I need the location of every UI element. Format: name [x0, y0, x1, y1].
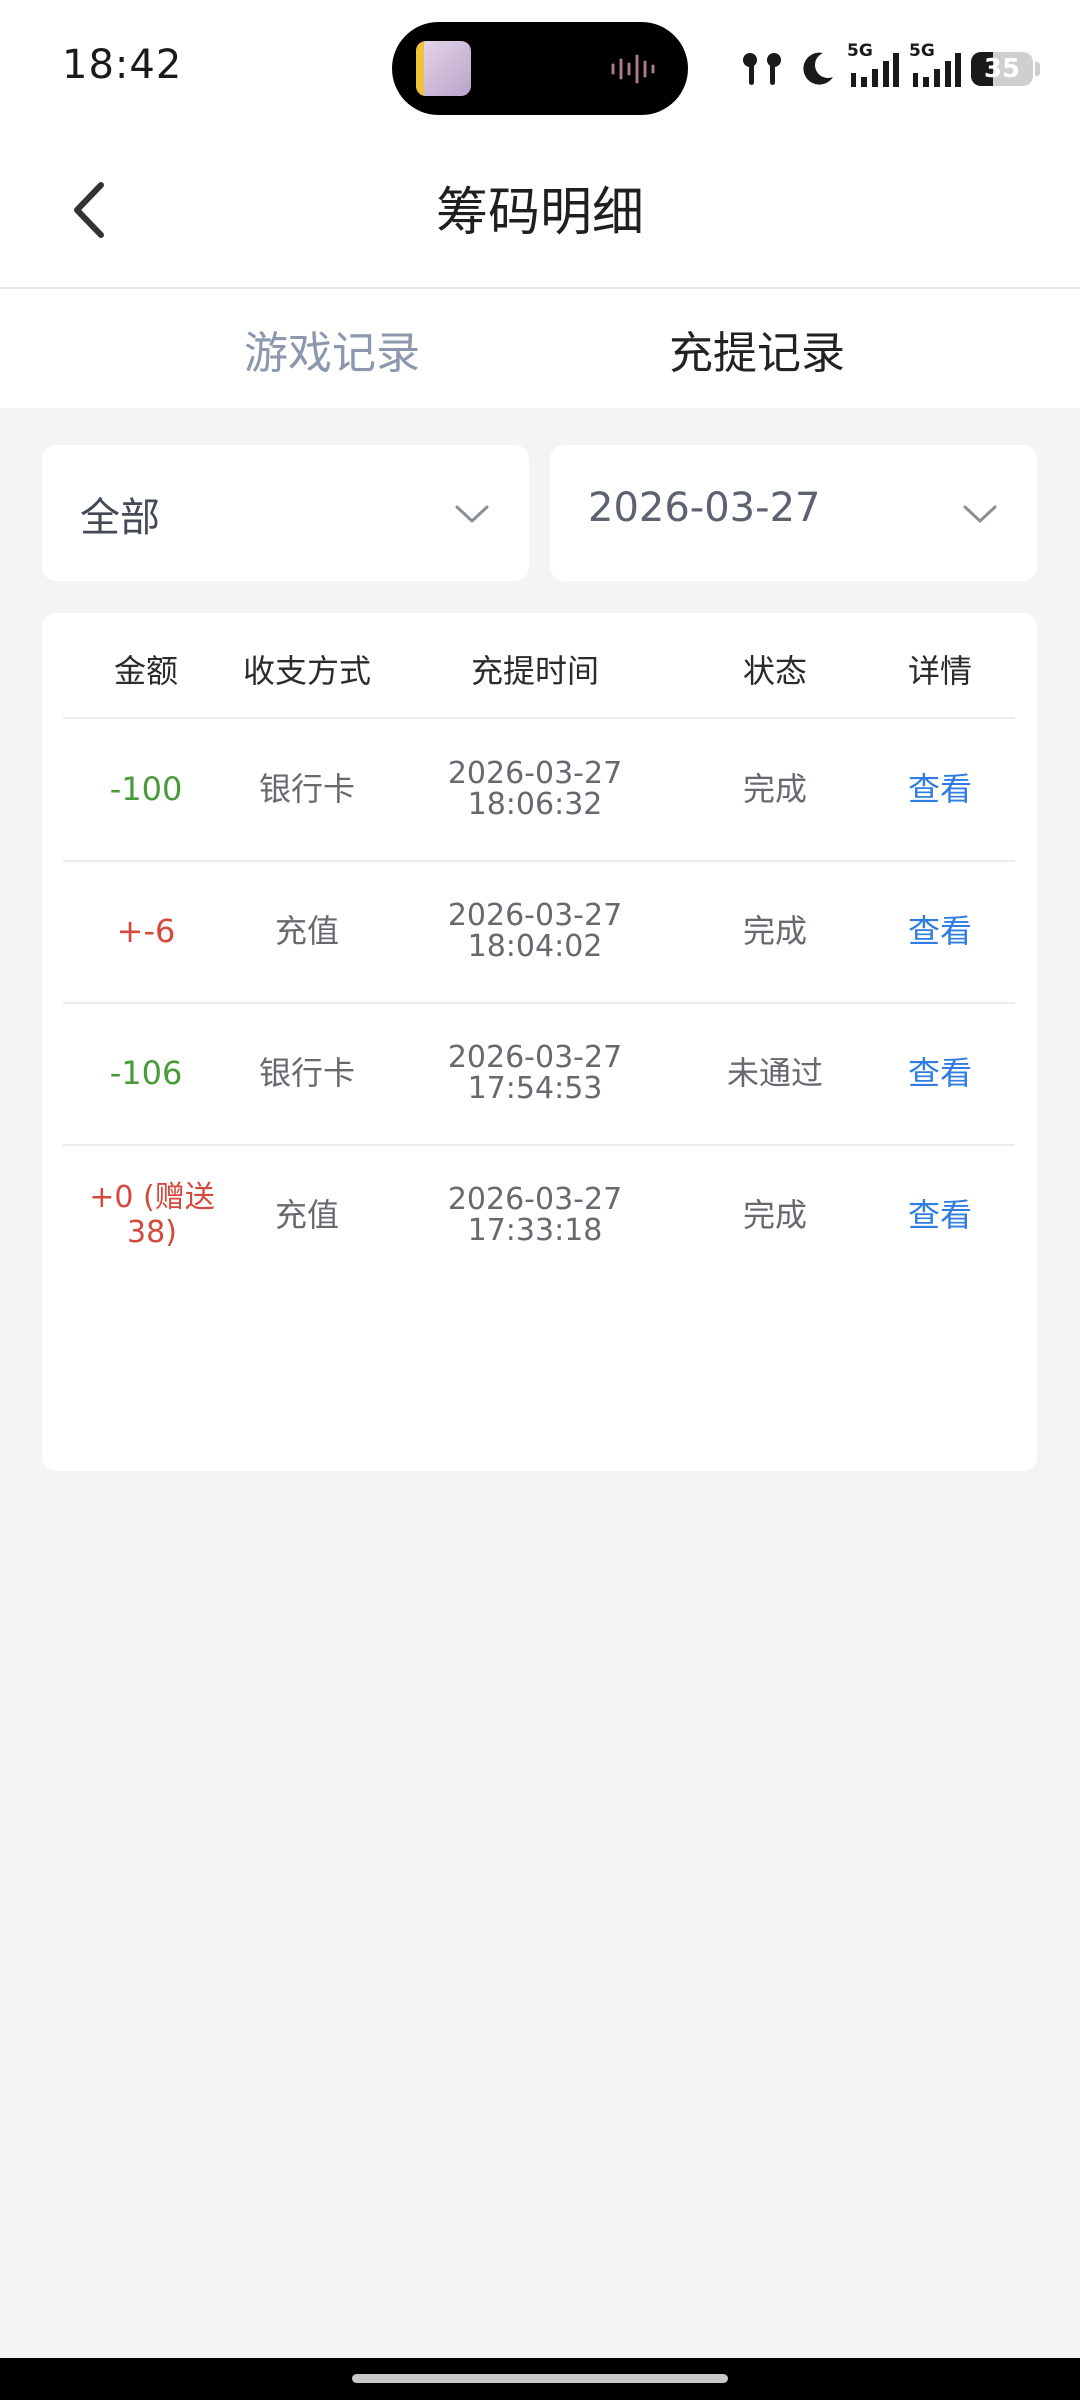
tab-recharge-records[interactable]: 充提记录	[669, 317, 845, 381]
tab-game-records[interactable]: 游戏记录	[244, 317, 420, 381]
table-row: +-6 充值 2026-03-27 18:04:02 完成 查看	[63, 860, 1015, 1004]
table-row: -106 银行卡 2026-03-27 17:54:53 未通过 查看	[63, 1002, 1015, 1146]
row-method: 银行卡	[258, 770, 355, 808]
date-filter-picker[interactable]: 2026-03-27	[550, 445, 1037, 581]
column-header-status: 状态	[742, 652, 807, 690]
chevron-down-icon	[455, 505, 489, 523]
page-title: 筹码明细	[435, 183, 644, 243]
type-filter-value: 全部	[80, 495, 160, 541]
table-row: +0 (赠送38) 充值 2026-03-27 17:33:18 完成 查看	[63, 1144, 1015, 1286]
row-date: 2026-03-27	[447, 898, 623, 933]
earbuds-icon	[743, 53, 781, 85]
screen: 18:42 5G 5G 35 筹码明细 游戏记录 充提记录 全部 2026-03…	[0, 0, 1080, 2400]
column-header-amount: 金额	[113, 652, 178, 690]
view-detail-link[interactable]: 查看	[865, 1002, 1015, 1144]
row-time: 2026-03-27 18:06:32	[385, 718, 685, 860]
chevron-down-icon	[963, 505, 997, 523]
table-header: 金额 收支方式 充提时间 状态 详情	[63, 613, 1015, 719]
row-time: 2026-03-27 17:33:18	[385, 1144, 685, 1286]
row-clock: 17:54:53	[467, 1071, 603, 1106]
row-status: 未通过	[726, 1054, 823, 1092]
battery-icon: 35	[971, 52, 1033, 86]
status-time: 18:42	[62, 42, 183, 88]
row-status: 完成	[742, 770, 807, 808]
row-status: 完成	[742, 1196, 807, 1234]
home-indicator[interactable]	[352, 2374, 728, 2383]
dynamic-island[interactable]	[392, 22, 688, 115]
row-clock: 18:06:32	[467, 787, 603, 822]
tab-bar: 游戏记录 充提记录	[0, 289, 1080, 408]
row-status: 完成	[742, 912, 807, 950]
date-filter-value: 2026-03-27	[588, 485, 821, 531]
row-date: 2026-03-27	[447, 1040, 623, 1075]
signal-icon-2: 5G	[909, 41, 961, 91]
system-nav-bar	[0, 2358, 1080, 2400]
row-date: 2026-03-27	[447, 756, 623, 791]
row-amount: -100	[109, 770, 183, 808]
row-time: 2026-03-27 18:04:02	[385, 860, 685, 1002]
column-header-time: 充提时间	[470, 652, 599, 690]
row-amount: +-6	[116, 912, 176, 950]
row-clock: 18:04:02	[467, 929, 603, 964]
signal-icon: 5G	[847, 41, 899, 91]
column-header-method: 收支方式	[242, 652, 371, 690]
row-method: 银行卡	[258, 1054, 355, 1092]
type-filter-select[interactable]: 全部	[42, 445, 529, 581]
row-time: 2026-03-27 17:54:53	[385, 1002, 685, 1144]
view-detail-link[interactable]: 查看	[865, 718, 1015, 860]
view-detail-link[interactable]: 查看	[865, 860, 1015, 1002]
header: 筹码明细	[0, 135, 1080, 289]
row-amount: +0 (赠送38)	[89, 1180, 215, 1250]
column-header-detail: 详情	[907, 652, 972, 690]
row-date: 2026-03-27	[447, 1182, 623, 1217]
battery-tip	[1035, 62, 1040, 76]
row-clock: 17:33:18	[467, 1213, 603, 1248]
moon-icon	[803, 52, 833, 85]
status-bar: 18:42 5G 5G 35	[0, 0, 1080, 135]
row-method: 充值	[274, 912, 339, 950]
row-amount: -106	[109, 1054, 183, 1092]
row-method: 充值	[274, 1196, 339, 1234]
media-thumbnail	[416, 41, 471, 96]
status-icons: 5G 5G 35	[739, 41, 1040, 94]
view-detail-link[interactable]: 查看	[865, 1144, 1015, 1286]
audio-wave-icon	[611, 54, 655, 84]
records-table: 金额 收支方式 充提时间 状态 详情 -100 银行卡 2026-03-27 1…	[42, 613, 1037, 1471]
table-row: -100 银行卡 2026-03-27 18:06:32 完成 查看	[63, 718, 1015, 862]
battery-level: 35	[983, 54, 1021, 84]
